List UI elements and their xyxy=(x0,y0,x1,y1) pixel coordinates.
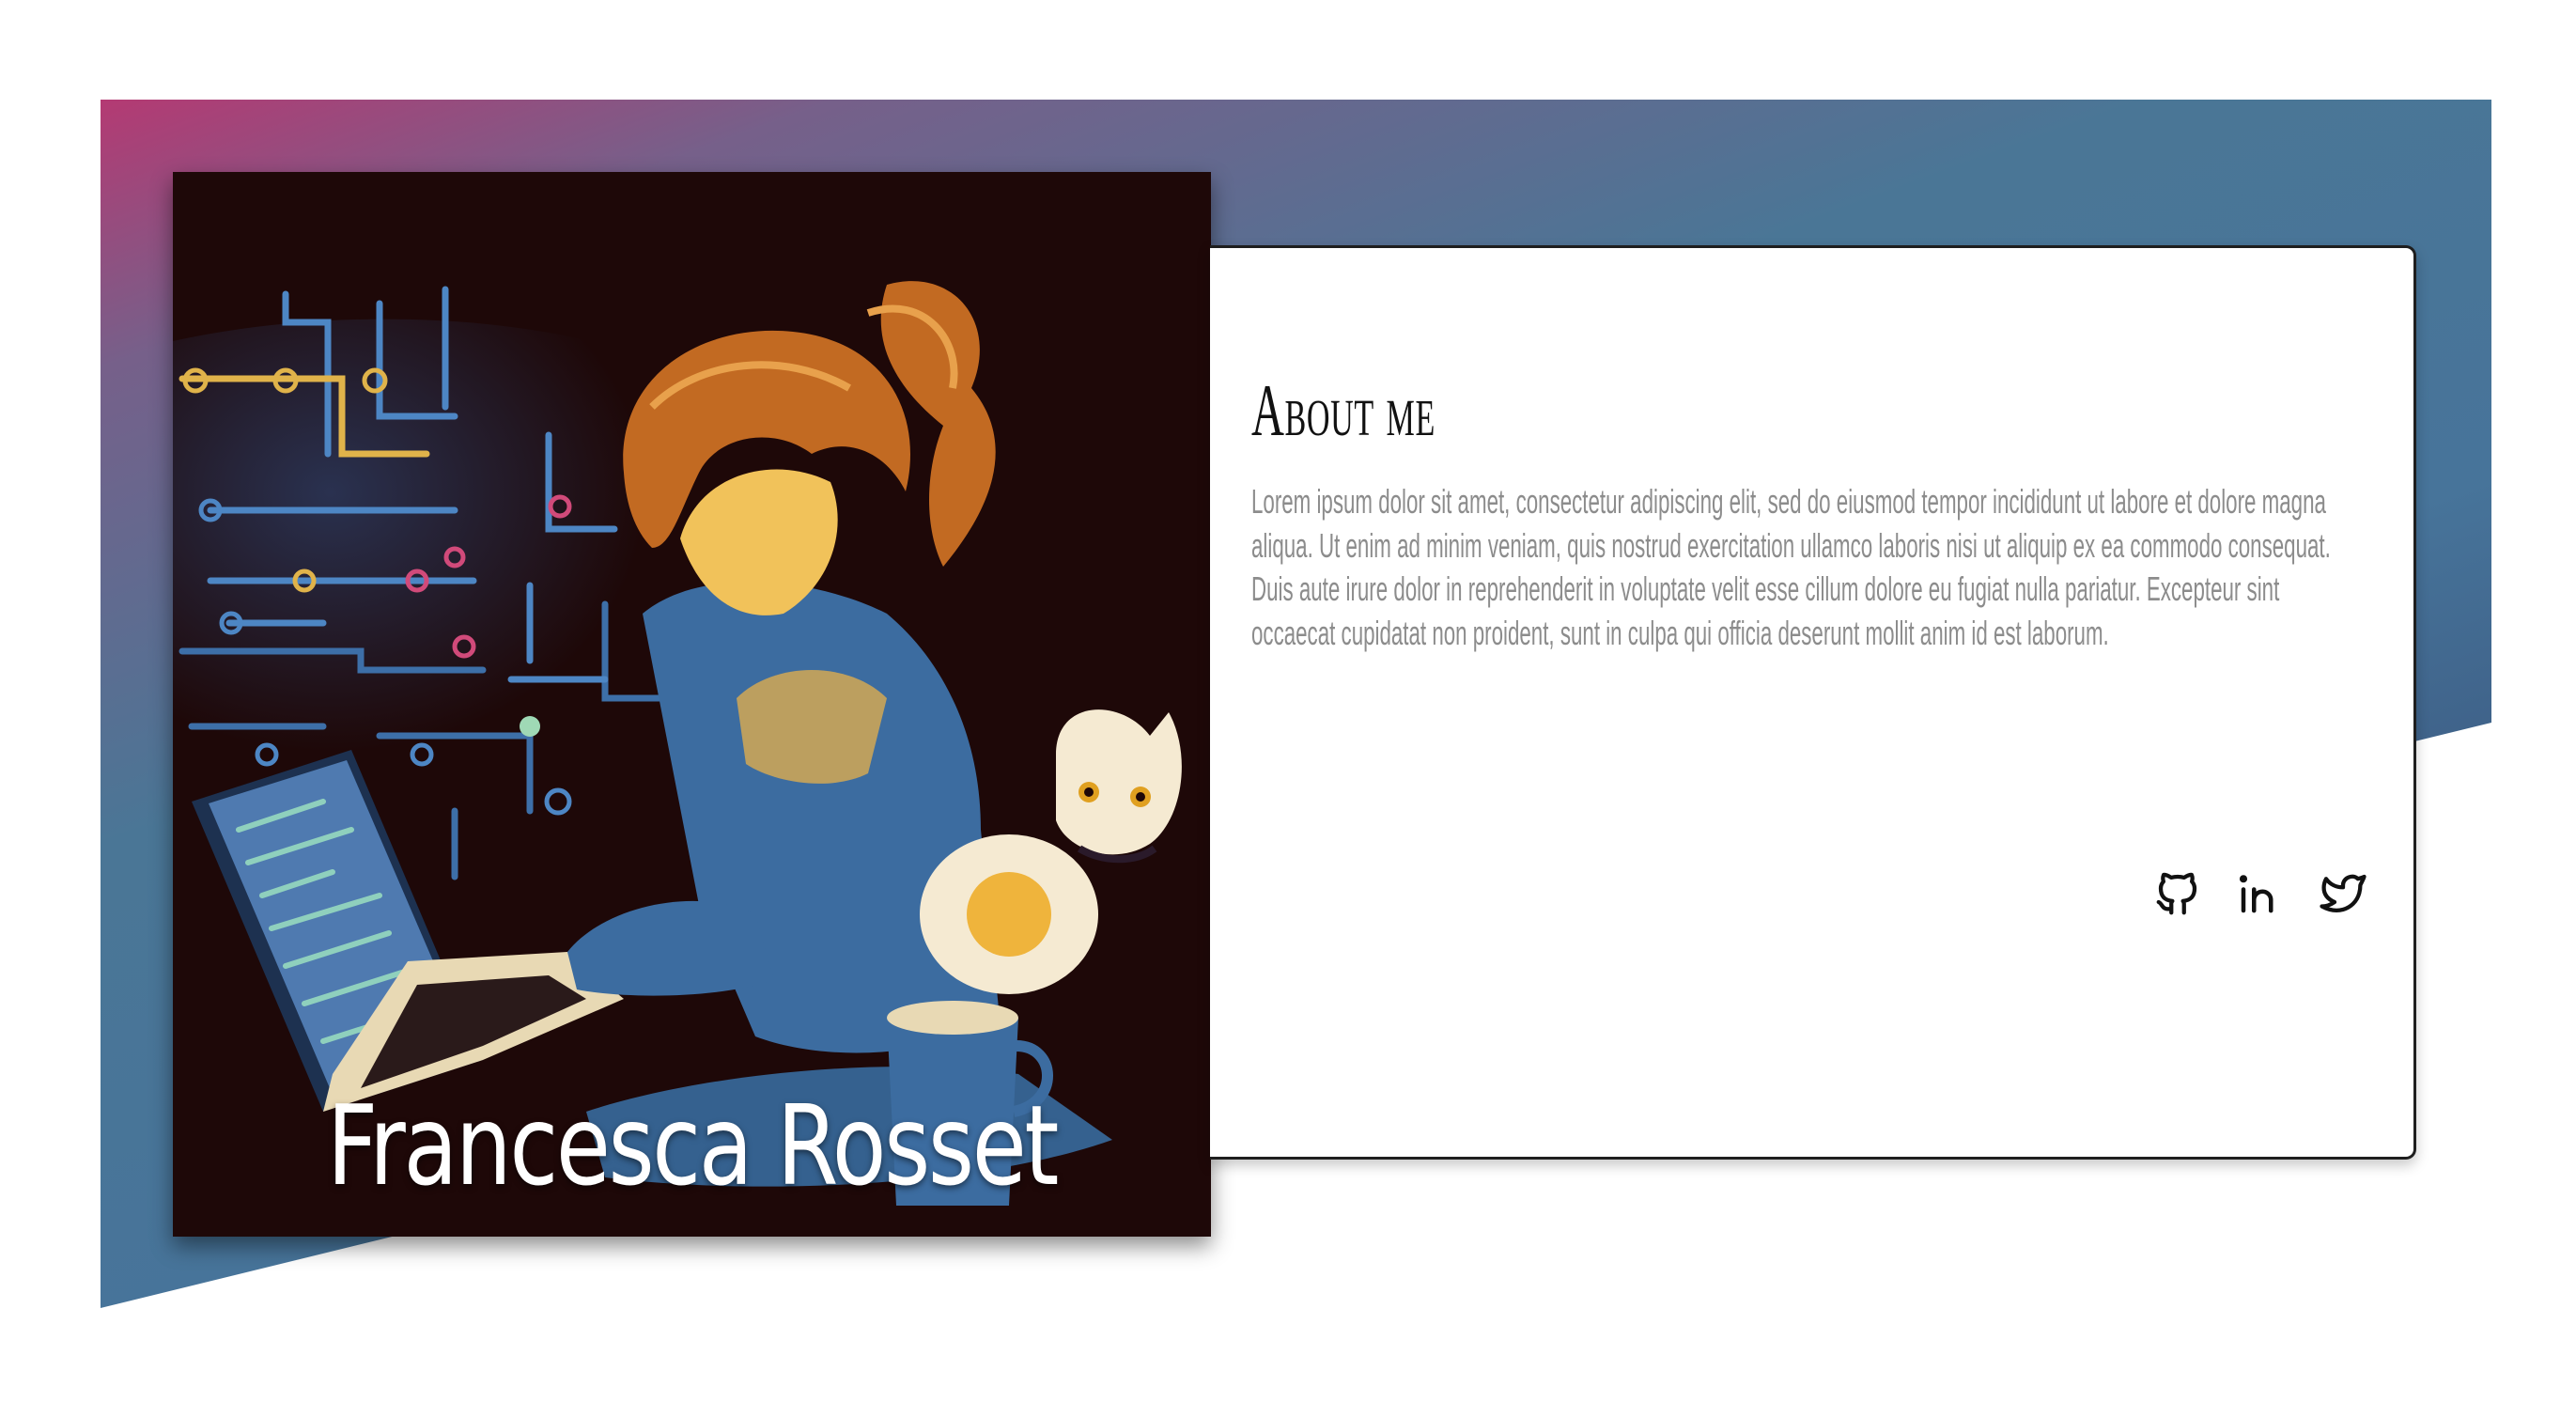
social-links xyxy=(2152,868,2368,919)
about-card: About me Lorem ipsum dolor sit amet, con… xyxy=(1210,245,2416,1160)
github-link[interactable] xyxy=(2152,868,2203,919)
portrait-illustration xyxy=(173,172,1211,1237)
profile-portrait: Francesca Rosset xyxy=(173,172,1211,1237)
profile-name: Francesca Rosset xyxy=(327,1081,1059,1210)
github-icon xyxy=(2156,872,2197,915)
linkedin-link[interactable] xyxy=(2235,868,2286,919)
linkedin-icon xyxy=(2239,875,2273,913)
about-description: Lorem ipsum dolor sit amet, consectetur … xyxy=(1251,482,2331,652)
twitter-link[interactable] xyxy=(2318,868,2368,919)
twitter-icon xyxy=(2320,874,2367,912)
about-title: About me xyxy=(1251,369,1435,451)
